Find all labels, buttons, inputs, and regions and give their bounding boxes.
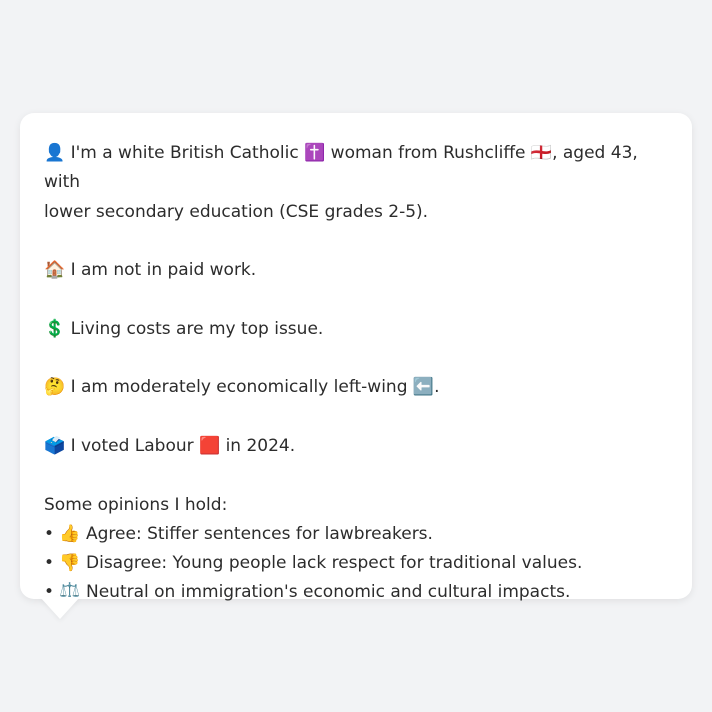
opinion-item-agree: • 👍 Agree: Stiffer sentences for lawbrea… xyxy=(44,523,433,544)
intro-text-line-1: 👤 I'm a white British Catholic ✝️ woman … xyxy=(44,143,644,193)
top-issue-text: 💲 Living costs are my top issue. xyxy=(44,318,324,339)
economic-position-text: 🤔 I am moderately economically left-wing… xyxy=(44,377,440,398)
bubble-tail xyxy=(40,597,80,619)
opinions-heading: Some opinions I hold: xyxy=(44,494,228,515)
vote-text: 🗳️ I voted Labour 🟥 in 2024. xyxy=(44,435,296,456)
persona-message-bubble: 👤 I'm a white British Catholic ✝️ woman … xyxy=(20,113,692,602)
opinion-item-disagree: • 👎 Disagree: Young people lack respect … xyxy=(44,553,583,574)
work-status-text: 🏠 I am not in paid work. xyxy=(44,260,257,281)
opinion-item-neutral: • ⚖️ Neutral on immigration's economic a… xyxy=(44,582,571,603)
intro-text-line-2: lower secondary education (CSE grades 2-… xyxy=(44,201,429,222)
